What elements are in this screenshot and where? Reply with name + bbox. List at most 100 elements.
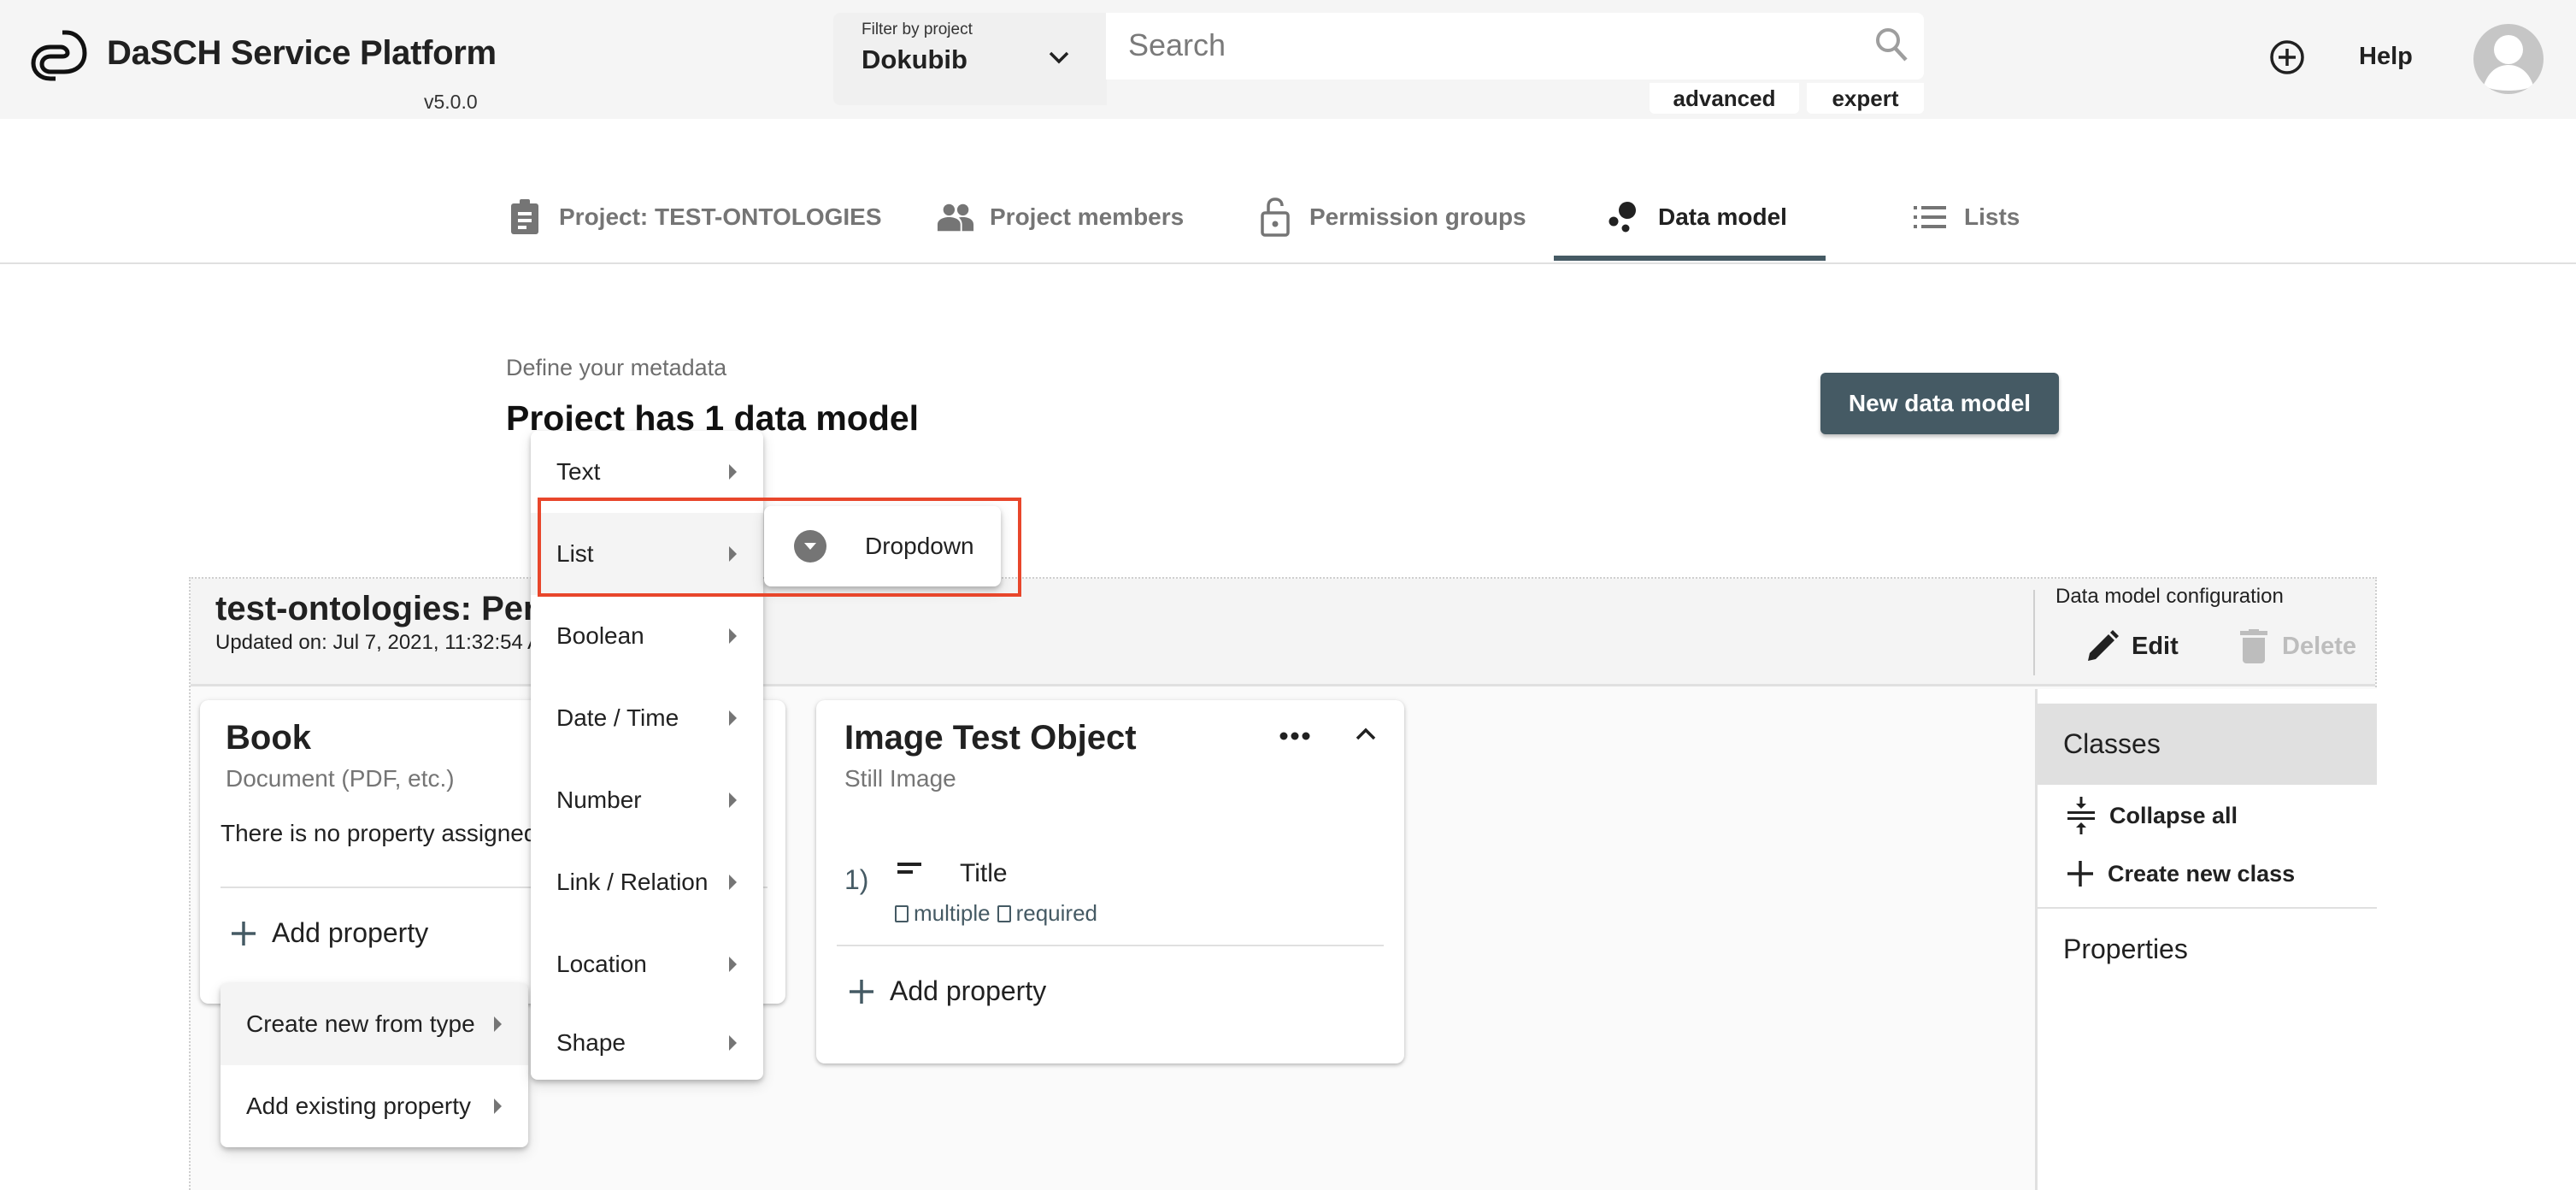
menu-item-label: Text: [556, 458, 601, 485]
tab-project[interactable]: Project: TEST-ONTOLOGIES: [506, 171, 882, 262]
list-icon: [1911, 198, 1949, 236]
menu-item-link-relation[interactable]: Link / Relation: [531, 841, 763, 923]
tab-project-members[interactable]: Project members: [937, 171, 1184, 262]
app-version: v5.0.0: [424, 91, 478, 113]
new-data-model-button[interactable]: New data model: [1820, 373, 2059, 434]
menu-item-create-new-from-type[interactable]: Create new from type: [221, 983, 528, 1065]
menu-item-text[interactable]: Text: [531, 431, 763, 513]
multiple-checkbox[interactable]: [895, 904, 909, 922]
tab-label: Project: TEST-ONTOLOGIES: [559, 203, 882, 230]
add-property-button[interactable]: Add property: [849, 975, 1046, 1007]
menu-item-label: Dropdown: [865, 533, 974, 559]
menu-item-add-existing-property[interactable]: Add existing property: [221, 1065, 528, 1147]
trash-icon: [2240, 629, 2267, 663]
delete-label: Delete: [2282, 632, 2357, 660]
app-title[interactable]: DaSCH Service Platform: [107, 34, 497, 73]
ontology-updated-date: Updated on: Jul 7, 2021, 11:32:54 A: [215, 631, 542, 654]
chevron-up-icon[interactable]: [1355, 726, 1377, 741]
pencil-icon: [2088, 630, 2119, 661]
project-filter-label: Filter by project: [862, 21, 973, 38]
arrow-right-icon: [729, 710, 737, 726]
plus-icon: [232, 921, 256, 946]
tab-lists[interactable]: Lists: [1911, 171, 2020, 262]
tab-label: Data model: [1658, 203, 1787, 230]
arrow-right-icon: [729, 628, 737, 644]
short-text-icon: [897, 863, 921, 874]
required-label: required: [1015, 900, 1097, 926]
arrow-right-icon: [729, 1034, 737, 1051]
page-subtitle: Define your metadata: [506, 355, 727, 380]
divider: [2033, 590, 2035, 675]
sidebar-classes-header[interactable]: Classes: [2038, 704, 2377, 785]
arrow-right-icon: [494, 1016, 502, 1032]
active-tab-indicator: [1554, 256, 1826, 261]
chevron-down-icon[interactable]: [1046, 48, 1072, 68]
edit-label: Edit: [2132, 632, 2179, 660]
advanced-search-button[interactable]: advanced: [1650, 83, 1799, 114]
group-icon: [937, 198, 974, 236]
tab-data-model[interactable]: Data model: [1605, 171, 1787, 262]
menu-item-label: Add existing property: [246, 1093, 472, 1119]
arrow-right-icon: [729, 875, 737, 890]
more-horiz-icon[interactable]: [1279, 731, 1311, 741]
search-input[interactable]: [1128, 23, 1829, 68]
delete-data-model-button[interactable]: Delete: [2239, 624, 2356, 669]
create-new-class-label: Create new class: [2108, 860, 2296, 887]
menu-item-location[interactable]: Location: [531, 923, 763, 1005]
menu-item-dropdown[interactable]: Dropdown: [764, 506, 1001, 586]
class-subtitle: Document (PDF, etc.): [226, 765, 455, 792]
class-card-image-test-object: Image Test Object Still Image 1) Title m…: [816, 700, 1404, 1063]
create-new-class-button[interactable]: Create new class: [2067, 860, 2295, 887]
config-label: Data model configuration: [2056, 585, 2284, 608]
list-submenu: Dropdown: [764, 506, 1001, 586]
search-icon[interactable]: [1873, 26, 1909, 63]
tab-label: Permission groups: [1309, 203, 1526, 230]
property-index: 1): [844, 864, 869, 895]
menu-item-label: Create new from type: [246, 1010, 475, 1037]
project-tabs: Project: TEST-ONTOLOGIES Project members…: [0, 171, 2576, 264]
divider: [2038, 907, 2377, 909]
arrow-right-icon: [729, 464, 737, 480]
menu-item-label: Shape: [556, 1028, 626, 1056]
dasch-logo-icon[interactable]: [25, 27, 90, 84]
collapse-all-button[interactable]: Collapse all: [2067, 797, 2238, 834]
menu-item-number[interactable]: Number: [531, 759, 763, 841]
ontology-title: test-ontologies: Pers: [215, 590, 556, 627]
edit-data-model-button[interactable]: Edit: [2085, 624, 2179, 669]
menu-item-boolean[interactable]: Boolean: [531, 595, 763, 677]
bubble-chart-icon: [1605, 198, 1643, 236]
sidebar-properties-header[interactable]: Properties: [2063, 934, 2188, 965]
collapse-all-label: Collapse all: [2109, 802, 2238, 828]
tab-permission-groups[interactable]: Permission groups: [1256, 171, 1526, 262]
help-link[interactable]: Help: [2359, 43, 2413, 71]
class-title: Book: [226, 719, 311, 757]
arrow-right-icon: [494, 1099, 502, 1114]
multiple-label: multiple: [914, 900, 991, 926]
menu-item-list[interactable]: List: [531, 513, 763, 595]
empty-properties-text: There is no property assigned: [221, 820, 538, 846]
class-subtitle: Still Image: [844, 765, 956, 792]
lock-open-icon: [1256, 197, 1294, 237]
add-property-menu: Create new from type Add existing proper…: [221, 983, 528, 1147]
menu-item-label: Date / Time: [556, 704, 679, 731]
plus-icon: [850, 979, 873, 1004]
menu-item-date-time[interactable]: Date / Time: [531, 677, 763, 759]
clipboard-icon: [506, 198, 544, 236]
arrow-right-icon: [729, 546, 737, 562]
add-property-button[interactable]: Add property: [231, 917, 428, 949]
required-checkbox[interactable]: [997, 904, 1011, 922]
property-cardinality: multiple required: [895, 900, 1097, 927]
menu-item-label: Boolean: [556, 622, 644, 649]
expert-search-button[interactable]: expert: [1807, 83, 1924, 114]
user-avatar-icon[interactable]: [2473, 24, 2544, 94]
property-type-menu: Text List Boolean Date / Time Number Lin…: [531, 431, 763, 1080]
property-label[interactable]: Title: [960, 859, 1008, 888]
add-property-label: Add property: [890, 975, 1047, 1006]
arrow-right-icon: [729, 957, 737, 972]
menu-item-label: Link / Relation: [556, 869, 709, 895]
add-circle-icon[interactable]: [2269, 39, 2305, 75]
project-filter-value[interactable]: Dokubib: [862, 44, 967, 75]
divider: [837, 945, 1384, 946]
arrow-right-icon: [729, 792, 737, 808]
menu-item-shape[interactable]: Shape: [531, 1005, 763, 1080]
